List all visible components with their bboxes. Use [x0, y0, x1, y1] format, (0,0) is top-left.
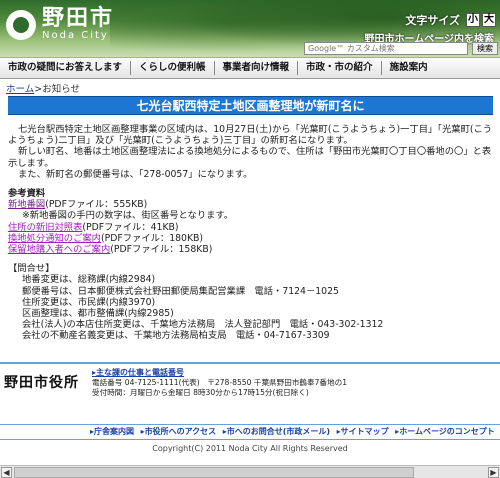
new-lot-map-link[interactable]: 新地番図 — [8, 199, 45, 210]
footer-link-building-map[interactable]: ▸庁舎案内図 — [90, 427, 134, 436]
paragraph-2: 新しい町名、地番は土地区画整理法による換地処分によるもので、住所は「野田市光葉町… — [8, 146, 492, 169]
references-title: 参考資料 — [8, 188, 46, 200]
search-button[interactable]: 検索 — [472, 42, 498, 55]
department-phone-link[interactable]: ▸主な課の仕事と電話番号 — [92, 368, 184, 377]
breadcrumb-separator: > — [34, 84, 43, 95]
footer-phone-address: 電話番号 04-7125-1111(代表) 〒278-8550 千葉県野田市鶴奉… — [92, 378, 348, 387]
nav-item-business[interactable]: 事業者向け情報 — [215, 61, 299, 75]
footer-contact-info: ▸主な課の仕事と電話番号 電話番号 04-7125-1111(代表) 〒278-… — [92, 368, 347, 398]
replotting-notice-link[interactable]: 換地処分通知のご案内 — [8, 233, 101, 244]
new-lot-map-note: ※新地番図の手円の数字は、街区番号となります。 — [22, 210, 234, 222]
horizontal-scrollbar[interactable]: ◀ ▶ — [0, 465, 500, 478]
page-title: 七光台駅西特定土地区画整理地が新町名に — [8, 96, 493, 115]
inquiry-postal-code: 郵便番号は、日本郵便株式会社野田郵便局集配営業課 電話・7124－1025 — [22, 285, 339, 297]
city-emblem-icon — [6, 10, 36, 40]
inquiry-real-estate: 会社の不動産名義変更は、千葉地方法務局柏支局 電話・04-7167-3309 — [22, 330, 330, 342]
inquiry-lot-number: 地番変更は、総務課(内線2984) — [22, 274, 156, 286]
paragraph-3: また、新町名の郵便番号は、「278-0057」になります。 — [18, 168, 253, 180]
nav-item-faq[interactable]: 市政の疑問にお答えします — [0, 61, 132, 75]
footer-link-contact[interactable]: ▸市へのお問合せ(市政メール) — [223, 427, 330, 436]
copyright: Copyright(C) 2011 Noda City All Rights R… — [152, 444, 348, 453]
nav-item-facilities[interactable]: 施設案内 — [382, 61, 436, 75]
footer-link-sitemap[interactable]: ▸サイトマップ — [337, 427, 389, 436]
inquiry-corporate-address: 会社(法人)の本店住所変更は、千葉地方法務局 法人登記部門 電話・043-302… — [22, 319, 384, 331]
city-logo[interactable]: 野田市 Noda City — [6, 8, 114, 42]
search-bar: 検索 — [304, 42, 498, 55]
font-size-control: 文字サイズ 小 大 — [405, 12, 496, 28]
footer-hours: 受付時間：月曜日から金曜日 8時30分から17時15分(祝日除く) — [92, 388, 309, 397]
reserved-land-buyer-link[interactable]: 保留地購入者へのご案内 — [8, 244, 110, 255]
paragraph-1: 七光台駅西特定土地区画整理事業の区域内は、10月27日(土)から「光葉町(こうよ… — [8, 124, 493, 147]
address-table-size: (PDFファイル：41KB) — [82, 221, 179, 233]
scrollbar-thumb[interactable] — [14, 467, 414, 478]
new-lot-map-size: (PDFファイル：555KB) — [45, 199, 148, 211]
header: 野田市 Noda City 文字サイズ 小 大 野田市ホームページ内を検索 検索 — [0, 0, 500, 57]
logo-name-ja: 野田市 — [42, 6, 115, 31]
font-large-button[interactable]: 大 — [482, 13, 496, 27]
breadcrumb-current: お知らせ — [42, 84, 80, 95]
inquiry-land-readjustment: 区画整理は、都市整備課(内線2985) — [22, 308, 174, 320]
inquiry-address: 住所変更は、市民課(内線3970) — [22, 296, 156, 308]
breadcrumb-home-link[interactable]: ホーム — [6, 84, 34, 95]
article-body: 七光台駅西特定土地区画整理事業の区域内は、10月27日(土)から「光葉町(こうよ… — [8, 124, 493, 342]
replotting-notice-size: (PDFファイル：180KB) — [100, 232, 204, 244]
footer: 野田市役所 ▸主な課の仕事と電話番号 電話番号 04-7125-1111(代表)… — [0, 362, 500, 424]
scroll-right-icon[interactable]: ▶ — [488, 467, 499, 478]
footer-link-access[interactable]: ▸市役所へのアクセス — [141, 427, 217, 436]
search-input[interactable] — [304, 42, 468, 55]
main-nav: 市政の疑問にお答えします くらしの便利帳 事業者向け情報 市政・市の紹介 施設案… — [0, 57, 500, 79]
breadcrumb: ホーム>お知らせ — [6, 81, 80, 95]
address-table-link[interactable]: 住所の新旧対照表 — [8, 222, 82, 233]
font-size-label: 文字サイズ — [405, 14, 460, 27]
logo-name-en: Noda City — [42, 30, 109, 41]
nav-item-living[interactable]: くらしの便利帳 — [131, 61, 215, 75]
scroll-left-icon[interactable]: ◀ — [1, 467, 12, 478]
footer-links: ▸庁舎案内図 ▸市役所へのアクセス ▸市へのお問合せ(市政メール) ▸サイトマッ… — [0, 424, 500, 440]
nav-item-city-intro[interactable]: 市政・市の紹介 — [298, 61, 382, 75]
footer-city-hall: 野田市役所 — [4, 375, 79, 391]
footer-link-concept[interactable]: ▸ホームページのコンセプト — [395, 427, 495, 436]
font-small-button[interactable]: 小 — [466, 13, 480, 27]
inquiry-title: 【問合せ】 — [8, 263, 55, 275]
reserved-land-buyer-size: (PDFファイル：158KB) — [110, 244, 213, 256]
